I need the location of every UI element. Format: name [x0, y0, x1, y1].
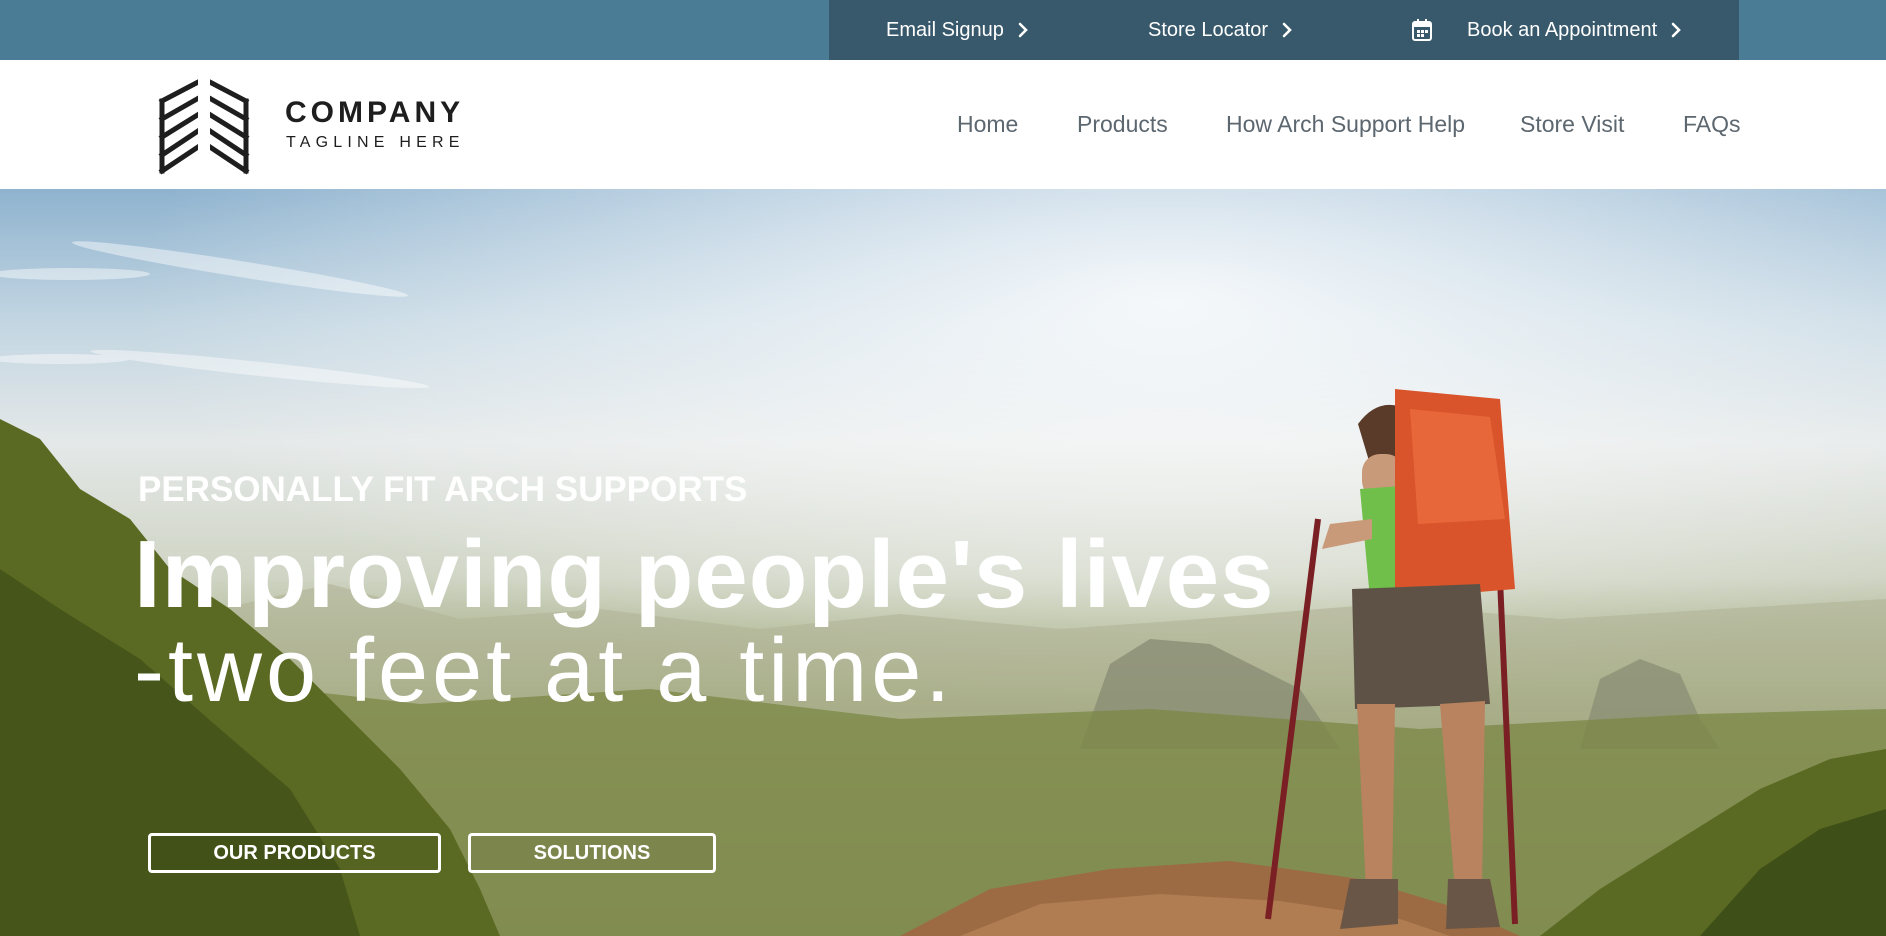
- nav-home[interactable]: Home: [957, 111, 1018, 137]
- nav-store-visit[interactable]: Store Visit: [1520, 111, 1624, 137]
- hero-headline-line2: -two feet at a time.: [134, 621, 955, 721]
- solutions-button[interactable]: SOLUTIONS: [468, 833, 716, 873]
- store-locator-label: Store Locator: [1148, 18, 1269, 41]
- company-tagline: TAGLINE HERE: [286, 134, 465, 151]
- chevron-right-icon: [1018, 22, 1028, 38]
- chevron-right-icon: [1671, 22, 1681, 38]
- email-signup-label: Email Signup: [886, 18, 1004, 41]
- store-locator-link[interactable]: Store Locator: [1148, 0, 1292, 60]
- calendar-icon: [1411, 18, 1433, 42]
- email-signup-link[interactable]: Email Signup: [886, 0, 1028, 60]
- company-logo-icon[interactable]: [158, 75, 250, 175]
- company-name[interactable]: COMPANY: [285, 97, 464, 129]
- nav-faqs[interactable]: FAQs: [1683, 111, 1741, 137]
- nav-how-arch-support-help[interactable]: How Arch Support Help: [1226, 111, 1465, 137]
- book-appointment-link[interactable]: Book an Appointment: [1467, 0, 1681, 60]
- nav-products[interactable]: Products: [1077, 111, 1168, 137]
- chevron-right-icon: [1282, 22, 1292, 38]
- our-products-button[interactable]: OUR PRODUCTS: [148, 833, 441, 873]
- book-appointment-label: Book an Appointment: [1467, 18, 1658, 41]
- hero-headline-line1: Improving people's lives: [134, 521, 1275, 628]
- hero-eyebrow: PERSONALLY FIT ARCH SUPPORTS: [138, 470, 748, 509]
